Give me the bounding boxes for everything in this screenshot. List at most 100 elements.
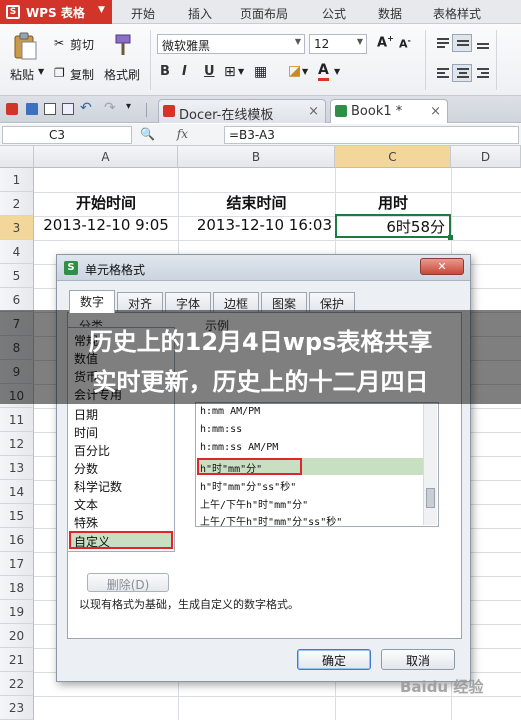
list-item[interactable]: h:mm AM/PM bbox=[200, 406, 260, 417]
column-header-b[interactable]: B bbox=[178, 146, 335, 168]
align-bottom-button[interactable] bbox=[472, 34, 492, 52]
tab-protection[interactable]: 保护 bbox=[309, 292, 355, 312]
ok-button[interactable]: 确定 bbox=[297, 649, 371, 670]
font-color-icon[interactable]: A bbox=[318, 62, 329, 81]
cell-c2[interactable]: 用时 bbox=[335, 189, 451, 213]
more-icon[interactable]: ▾ bbox=[126, 101, 131, 112]
scissors-icon[interactable]: ✂ bbox=[54, 36, 64, 50]
save-icon[interactable] bbox=[26, 103, 38, 115]
align-right-button[interactable] bbox=[472, 64, 492, 82]
tab-border[interactable]: 边框 bbox=[213, 292, 259, 312]
fill-color-icon[interactable]: ◪ bbox=[288, 63, 301, 79]
select-all-corner[interactable] bbox=[0, 146, 34, 168]
cut-button[interactable]: 剪切 bbox=[70, 36, 94, 53]
list-item[interactable]: h:mm:ss bbox=[200, 424, 242, 435]
cell-a3[interactable]: 2013-12-10 9:05 bbox=[34, 213, 178, 237]
list-item[interactable]: h:mm:ss AM/PM bbox=[200, 442, 278, 453]
align-center-button[interactable] bbox=[452, 64, 472, 82]
row-header[interactable]: 23 bbox=[0, 696, 34, 720]
tab-docer[interactable]: Docer-在线模板 × bbox=[158, 99, 326, 123]
row-header[interactable]: 19 bbox=[0, 600, 34, 624]
cancel-button[interactable]: 取消 bbox=[381, 649, 455, 670]
merge-cells-icon[interactable]: ▦ bbox=[254, 64, 267, 80]
cell-b2[interactable]: 结束时间 bbox=[178, 189, 335, 213]
border-icon[interactable]: ⊞ bbox=[224, 64, 236, 80]
list-item[interactable]: 分数 bbox=[74, 460, 98, 477]
fx-button[interactable]: fx bbox=[177, 127, 188, 141]
row-header[interactable]: 1 bbox=[0, 168, 34, 192]
copy-icon[interactable]: ❐ bbox=[54, 66, 65, 80]
close-icon[interactable]: × bbox=[430, 104, 441, 119]
row-header[interactable]: 3 bbox=[0, 216, 34, 240]
italic-button[interactable]: I bbox=[182, 64, 187, 79]
redo-icon[interactable]: ↷ bbox=[104, 100, 116, 116]
close-button[interactable]: ✕ bbox=[420, 258, 464, 275]
scrollbar-thumb[interactable] bbox=[426, 488, 435, 508]
column-header-a[interactable]: A bbox=[34, 146, 178, 168]
list-item[interactable]: 上午/下午h"时"mm"分" bbox=[200, 496, 308, 511]
list-item-selected[interactable]: h"时"mm"分" bbox=[200, 460, 262, 475]
undo-icon[interactable]: ↶ bbox=[80, 100, 92, 116]
row-header[interactable]: 13 bbox=[0, 456, 34, 480]
name-box[interactable]: C3 bbox=[2, 126, 132, 144]
list-item[interactable]: 特殊 bbox=[74, 514, 98, 531]
tab-font[interactable]: 字体 bbox=[165, 292, 211, 312]
row-header[interactable]: 2 bbox=[0, 192, 34, 216]
cell-a2[interactable]: 开始时间 bbox=[34, 189, 178, 213]
delete-button[interactable]: 删除(D) bbox=[87, 573, 169, 592]
dialog-title-bar[interactable]: S 单元格格式 ✕ bbox=[57, 255, 470, 281]
column-header-c[interactable]: C bbox=[335, 146, 451, 168]
row-header[interactable]: 14 bbox=[0, 480, 34, 504]
row-header[interactable]: 15 bbox=[0, 504, 34, 528]
tab-data[interactable]: 数据 bbox=[378, 5, 402, 22]
font-name-select[interactable]: 微软雅黑 ▼ bbox=[157, 34, 305, 54]
list-item[interactable]: 时间 bbox=[74, 424, 98, 441]
bold-button[interactable]: B bbox=[160, 64, 170, 79]
fill-handle[interactable] bbox=[448, 235, 453, 240]
copy-button[interactable]: 复制 bbox=[70, 66, 94, 83]
tab-page-layout[interactable]: 页面布局 bbox=[240, 5, 288, 22]
list-item[interactable]: 日期 bbox=[74, 406, 98, 423]
format-type-list[interactable]: h:mm AM/PM h:mm:ss h:mm:ss AM/PM h"时"mm"… bbox=[195, 402, 439, 528]
tab-number[interactable]: 数字 bbox=[69, 290, 115, 313]
row-header[interactable]: 4 bbox=[0, 240, 34, 264]
row-header[interactable]: 18 bbox=[0, 576, 34, 600]
zoom-icon[interactable]: 🔍 bbox=[140, 127, 155, 141]
list-item[interactable]: h"时"mm"分"ss"秒" bbox=[200, 478, 296, 493]
align-middle-button[interactable] bbox=[452, 34, 472, 52]
row-header[interactable]: 12 bbox=[0, 432, 34, 456]
tab-alignment[interactable]: 对齐 bbox=[117, 292, 163, 312]
print-preview-icon[interactable] bbox=[62, 103, 74, 115]
tab-home[interactable]: 开始 bbox=[131, 5, 155, 22]
list-item[interactable]: 文本 bbox=[74, 496, 98, 513]
format-painter-button[interactable]: 格式刷 bbox=[104, 66, 140, 83]
list-item[interactable]: 百分比 bbox=[74, 442, 110, 459]
underline-button[interactable]: U bbox=[204, 64, 215, 79]
print-icon[interactable] bbox=[44, 103, 56, 115]
app-menu-button[interactable]: S WPS 表格 ▼ bbox=[0, 0, 112, 24]
align-top-button[interactable] bbox=[432, 34, 452, 52]
row-header[interactable]: 21 bbox=[0, 648, 34, 672]
grow-font-icon[interactable]: A+ bbox=[377, 34, 394, 50]
row-header[interactable]: 6 bbox=[0, 288, 34, 312]
tab-formulas[interactable]: 公式 bbox=[322, 5, 346, 22]
list-item-selected[interactable]: 自定义 bbox=[74, 533, 110, 550]
chevron-down-icon[interactable]: ▼ bbox=[38, 67, 44, 76]
shrink-font-icon[interactable]: A- bbox=[399, 36, 411, 51]
format-painter-icon[interactable] bbox=[112, 32, 136, 61]
column-header-d[interactable]: D bbox=[451, 146, 521, 168]
chevron-down-icon[interactable]: ▼ bbox=[334, 67, 340, 76]
tab-table-style[interactable]: 表格样式 bbox=[433, 5, 481, 22]
chevron-down-icon[interactable]: ▼ bbox=[302, 67, 308, 76]
row-header[interactable]: 16 bbox=[0, 528, 34, 552]
row-header[interactable]: 5 bbox=[0, 264, 34, 288]
row-header[interactable]: 11 bbox=[0, 408, 34, 432]
chevron-down-icon[interactable]: ▼ bbox=[238, 67, 244, 76]
paste-button[interactable] bbox=[12, 32, 38, 65]
cell-b3[interactable]: 2013-12-10 16:03 bbox=[178, 213, 335, 237]
list-item[interactable]: 上午/下午h"时"mm"分"ss"秒" bbox=[200, 513, 342, 528]
tab-pattern[interactable]: 图案 bbox=[261, 292, 307, 312]
align-left-button[interactable] bbox=[432, 64, 452, 82]
row-header[interactable]: 22 bbox=[0, 672, 34, 696]
font-size-select[interactable]: 12 ▼ bbox=[309, 34, 367, 54]
